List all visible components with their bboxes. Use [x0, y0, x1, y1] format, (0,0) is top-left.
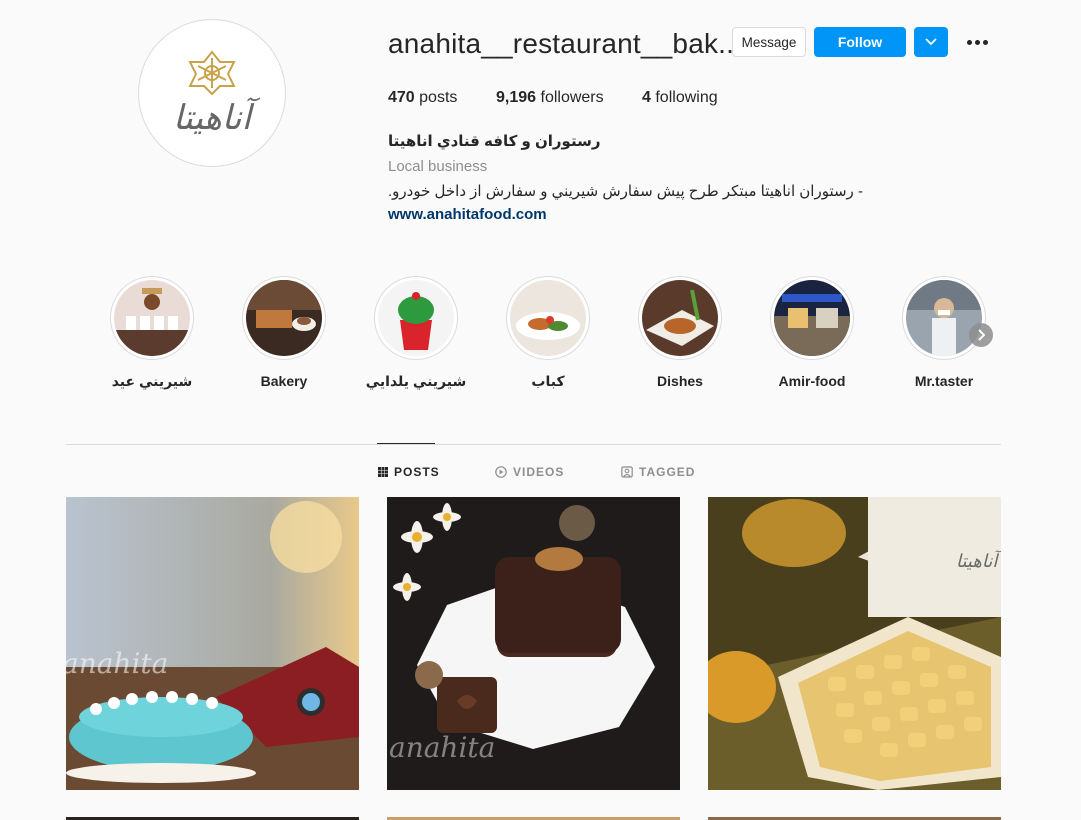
tab-posts[interactable]: POSTS — [378, 465, 440, 479]
highlight-item[interactable]: Bakery — [224, 276, 344, 389]
highlight-label: كباب — [531, 373, 565, 389]
posts-count: 470 — [388, 89, 415, 106]
following-stat[interactable]: 4 following — [642, 89, 718, 107]
highlight-ring — [110, 276, 194, 360]
avatar-logo-text: آناهیتا — [172, 98, 252, 138]
profile-avatar[interactable]: آناهیتا — [138, 19, 286, 167]
more-dots-icon — [982, 39, 988, 45]
bio-category: Local business — [388, 158, 488, 175]
more-dots-icon — [966, 39, 972, 45]
play-icon — [495, 466, 507, 478]
highlight-label: شيريني عيد — [111, 373, 193, 389]
post-thumbnail[interactable]: anahita — [387, 497, 680, 790]
tab-tagged[interactable]: TAGGED — [621, 465, 695, 479]
tab-videos-label: VIDEOS — [513, 465, 565, 479]
posts-stat: 470 posts — [388, 89, 496, 107]
highlight-item[interactable]: كباب — [488, 276, 608, 390]
highlight-cover-image — [642, 280, 718, 356]
post-thumbnail[interactable]: anahita — [66, 497, 359, 790]
posts-label: posts — [419, 89, 458, 106]
following-count: 4 — [642, 89, 651, 106]
highlight-cover-image — [378, 280, 454, 356]
profile-stats: 470 posts 9,196 followers 4 following — [388, 89, 718, 107]
highlight-item[interactable]: Amir-food — [752, 276, 872, 389]
highlight-ring — [506, 276, 590, 360]
post-watermark: anahita — [66, 647, 169, 680]
active-tab-indicator — [377, 443, 435, 444]
followers-count: 9,196 — [496, 89, 537, 106]
grid-icon — [378, 467, 388, 477]
post-image — [708, 497, 1001, 790]
followers-label: followers — [540, 89, 604, 106]
highlight-item[interactable]: شيريني عيد — [92, 276, 212, 390]
post-image — [66, 497, 359, 790]
highlight-label: Dishes — [657, 373, 703, 389]
highlight-item[interactable]: شيريني يلدايي — [356, 276, 476, 390]
chevron-right-icon — [978, 329, 985, 341]
bio-website-link[interactable]: www.anahitafood.com — [388, 206, 547, 223]
more-options-button[interactable] — [965, 30, 989, 54]
bio-text: - رستوران اناهيتا مبتكر طرح پيش سفارش شي… — [388, 183, 863, 200]
highlight-label: Bakery — [260, 373, 308, 389]
highlight-cover-image — [510, 280, 586, 356]
highlight-ring — [374, 276, 458, 360]
highlight-cover-image — [114, 280, 190, 356]
highlights-next-button[interactable] — [969, 323, 993, 347]
message-button[interactable]: Message — [732, 27, 806, 57]
following-label: following — [655, 89, 718, 106]
chevron-down-icon — [925, 38, 937, 46]
profile-username: anahita__restaurant__bak... — [388, 28, 743, 59]
tab-videos[interactable]: VIDEOS — [495, 465, 564, 479]
tab-tagged-label: TAGGED — [639, 465, 696, 479]
suggested-accounts-dropdown-button[interactable] — [914, 27, 948, 57]
highlight-ring — [242, 276, 326, 360]
highlight-cover-image — [906, 280, 982, 356]
bio-name: رستوران و كافه قنادي اناهيتا — [388, 133, 601, 150]
highlight-ring — [902, 276, 986, 360]
followers-stat[interactable]: 9,196 followers — [496, 89, 642, 107]
post-watermark: anahita — [389, 731, 496, 764]
profile-divider — [66, 444, 1001, 445]
tag-icon — [621, 466, 633, 478]
post-thumbnail[interactable]: آناهیتا — [708, 497, 1001, 790]
highlight-item[interactable]: Dishes — [620, 276, 740, 389]
more-dots-icon — [974, 39, 980, 45]
tab-posts-label: POSTS — [394, 465, 440, 479]
anahita-flower-logo-icon — [188, 50, 236, 96]
follow-button[interactable]: Follow — [814, 27, 906, 57]
highlight-cover-image — [774, 280, 850, 356]
highlight-cover-image — [246, 280, 322, 356]
highlight-ring — [770, 276, 854, 360]
highlight-label: Amir-food — [778, 373, 846, 389]
highlight-ring — [638, 276, 722, 360]
highlight-label: شيريني يلدايي — [365, 373, 467, 389]
highlight-label: Mr.taster — [914, 373, 974, 389]
post-watermark: آناهیتا — [956, 551, 998, 572]
